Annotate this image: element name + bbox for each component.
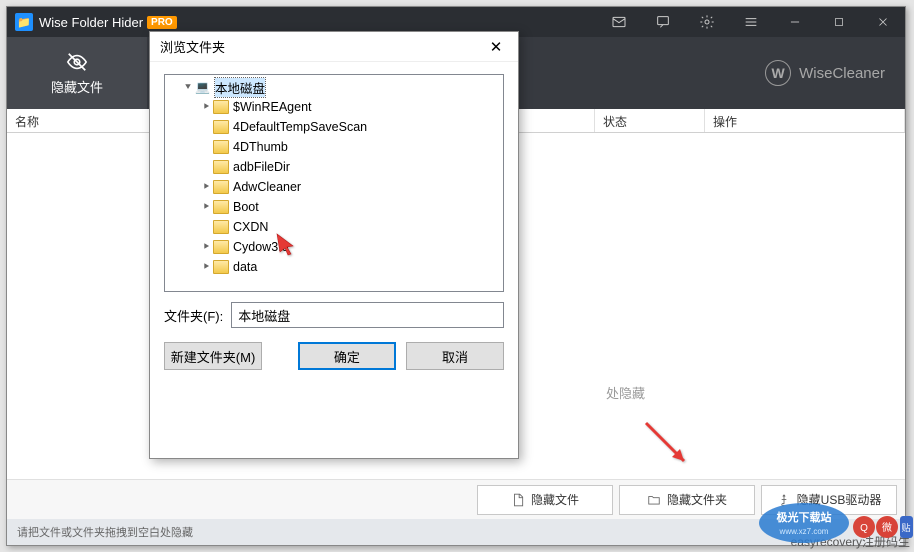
drive-icon: 💻 <box>195 80 211 94</box>
dialog-title: 浏览文件夹 <box>160 37 225 56</box>
file-icon <box>511 493 525 507</box>
browse-folder-dialog: 浏览文件夹 ✕ ⯆ 💻 本地磁盘 ⯈ $WinREAgent 4DefaultTem… <box>149 31 519 459</box>
gear-icon[interactable] <box>685 7 729 37</box>
folder-icon <box>213 240 229 254</box>
new-folder-button[interactable]: 新建文件夹(M) <box>164 342 262 370</box>
ok-button[interactable]: 确定 <box>298 342 396 370</box>
statusbar: 请把文件或文件夹拖拽到空白处隐藏 <box>7 519 905 545</box>
tree-node-label: data <box>233 260 257 274</box>
bg-window-text: easyrecovery注册码生 <box>791 533 910 550</box>
status-text: 请把文件或文件夹拖拽到空白处隐藏 <box>17 524 193 540</box>
expand-arrow-icon[interactable]: ⯈ <box>199 182 213 193</box>
tree-node[interactable]: ⯈ $WinREAgent <box>165 97 503 117</box>
close-button[interactable] <box>861 7 905 37</box>
app-title: Wise Folder Hider <box>39 15 143 30</box>
app-icon: 📁 <box>15 13 33 31</box>
dialog-titlebar: 浏览文件夹 ✕ <box>150 32 518 62</box>
tree-root-node[interactable]: ⯆ 💻 本地磁盘 <box>165 77 503 97</box>
tree-node-label: 本地磁盘 <box>215 78 265 97</box>
folder-icon <box>213 220 229 234</box>
brand: W WiseCleaner <box>765 60 885 86</box>
dialog-buttons: 新建文件夹(M) 确定 取消 <box>164 342 504 370</box>
expand-arrow-icon[interactable]: ⯈ <box>199 262 213 273</box>
usb-icon <box>777 493 791 507</box>
tree-node-label: CXDN <box>233 220 268 234</box>
folder-icon <box>213 200 229 214</box>
dialog-close-button[interactable]: ✕ <box>484 35 508 59</box>
hide-usb-button[interactable]: 隐藏USB驱动器 <box>761 485 897 515</box>
tree-node-label: $WinREAgent <box>233 100 312 114</box>
tree-node[interactable]: 4DThumb <box>165 137 503 157</box>
col-action[interactable]: 操作 <box>705 109 905 132</box>
tree-node[interactable]: ⯈ Cydow3.0 <box>165 237 503 257</box>
tree-node[interactable]: 4DefaultTempSaveScan <box>165 117 503 137</box>
hide-folder-button[interactable]: 隐藏文件夹 <box>619 485 755 515</box>
tree-node-label: AdwCleaner <box>233 180 301 194</box>
folder-icon <box>647 493 661 507</box>
tab-label: 隐藏文件 <box>51 77 103 96</box>
folder-icon <box>213 100 229 114</box>
maximize-button[interactable] <box>817 7 861 37</box>
collapse-arrow-icon[interactable]: ⯆ <box>181 82 195 93</box>
folder-icon <box>213 180 229 194</box>
tree-node[interactable]: ⯈ AdwCleaner <box>165 177 503 197</box>
folder-field-label: 文件夹(F): <box>164 306 223 325</box>
tree-node-label: Boot <box>233 200 259 214</box>
folder-tree[interactable]: ⯆ 💻 本地磁盘 ⯈ $WinREAgent 4DefaultTempSaveSca… <box>164 74 504 292</box>
pro-badge: PRO <box>147 16 177 29</box>
brand-text: WiseCleaner <box>799 65 885 82</box>
folder-field-input[interactable] <box>231 302 504 328</box>
expand-arrow-icon[interactable]: ⯈ <box>199 242 213 253</box>
brand-logo-icon: W <box>765 60 791 86</box>
folder-icon <box>213 260 229 274</box>
folder-icon <box>213 140 229 154</box>
tree-node[interactable]: adbFileDir <box>165 157 503 177</box>
tree-node-label: Cydow3.0 <box>233 240 289 254</box>
feedback-icon[interactable] <box>641 7 685 37</box>
hide-file-button[interactable]: 隐藏文件 <box>477 485 613 515</box>
tree-node-label: 4DThumb <box>233 140 288 154</box>
menu-icon[interactable] <box>729 7 773 37</box>
tab-hide-file[interactable]: 隐藏文件 <box>7 37 147 109</box>
eye-slash-icon <box>66 51 88 73</box>
expand-arrow-icon[interactable]: ⯈ <box>199 102 213 113</box>
folder-icon <box>213 160 229 174</box>
tree-node[interactable]: CXDN <box>165 217 503 237</box>
folder-field-row: 文件夹(F): <box>164 302 504 328</box>
minimize-button[interactable] <box>773 7 817 37</box>
bottom-bar: 隐藏文件 隐藏文件夹 隐藏USB驱动器 <box>7 479 905 519</box>
cancel-button[interactable]: 取消 <box>406 342 504 370</box>
tree-node-label: 4DefaultTempSaveScan <box>233 120 367 134</box>
tree-node[interactable]: ⯈ Boot <box>165 197 503 217</box>
expand-arrow-icon[interactable]: ⯈ <box>199 202 213 213</box>
tree-node[interactable]: ⯈ data <box>165 257 503 277</box>
tree-node-label: adbFileDir <box>233 160 290 174</box>
drop-hint: 处隐藏 <box>606 383 645 402</box>
mail-icon[interactable] <box>597 7 641 37</box>
col-status[interactable]: 状态 <box>595 109 705 132</box>
folder-icon <box>213 120 229 134</box>
